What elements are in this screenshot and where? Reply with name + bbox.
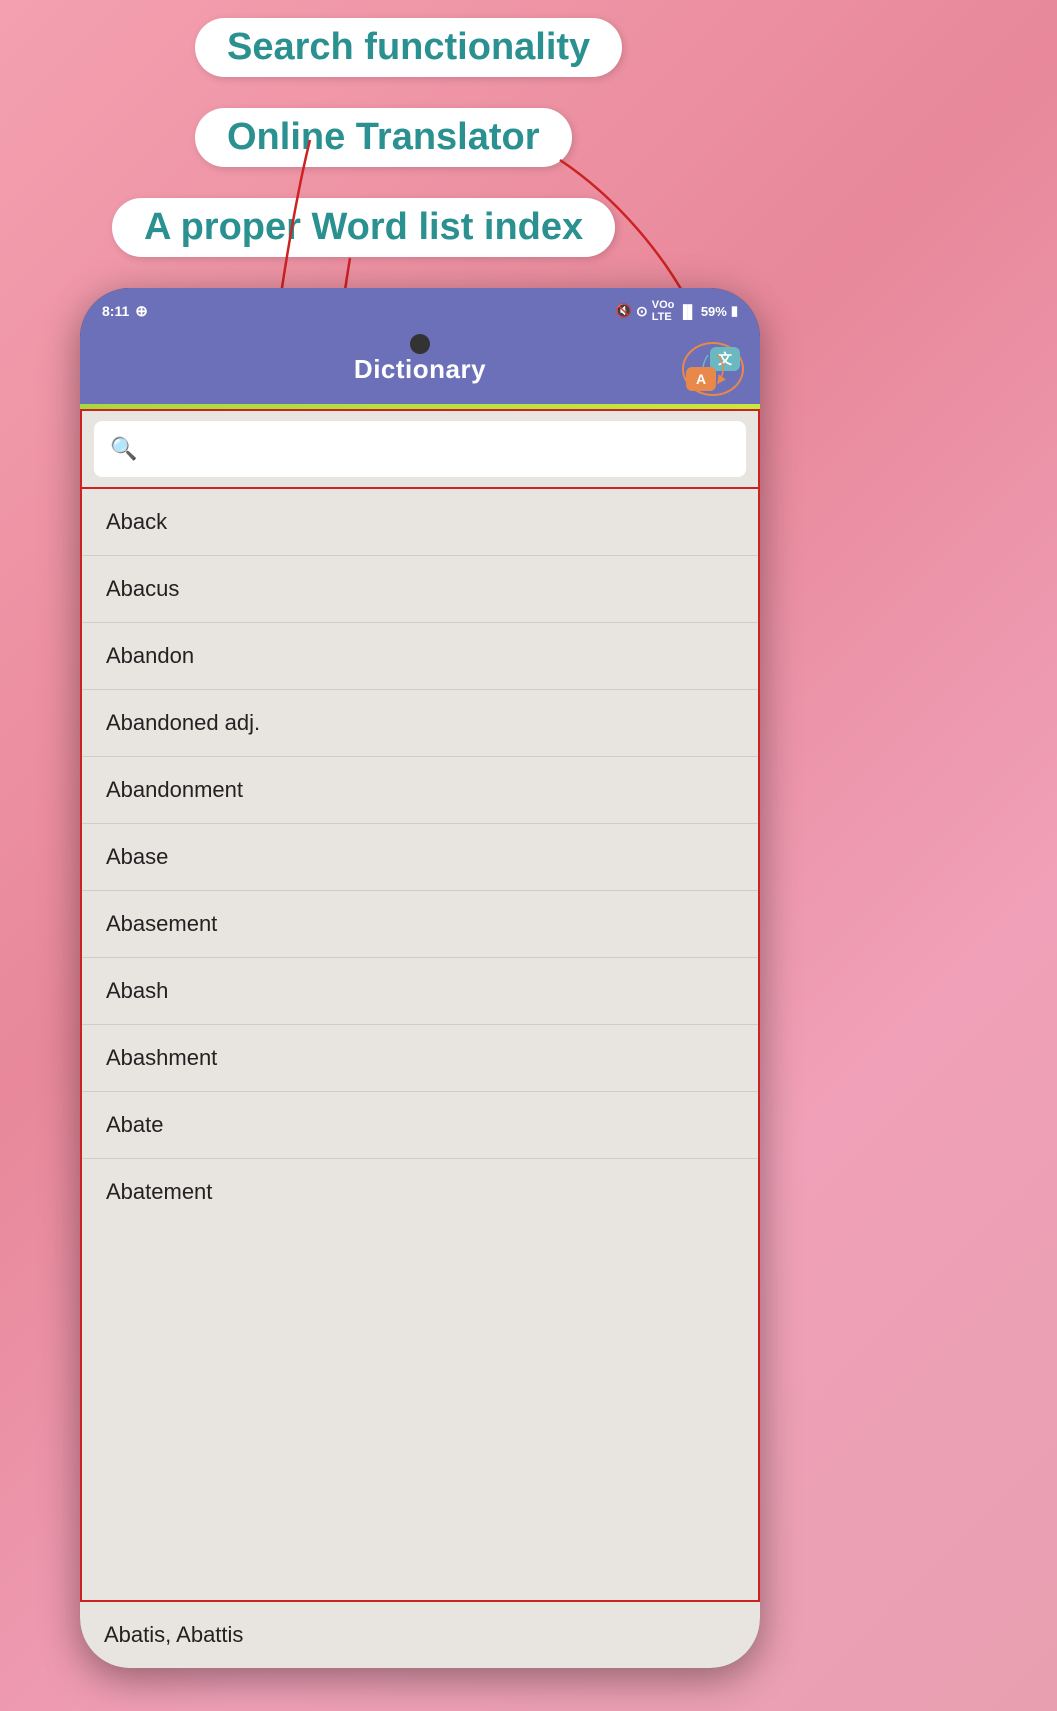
- list-item[interactable]: Abash: [82, 958, 758, 1025]
- camera-notch: [410, 334, 430, 354]
- list-item[interactable]: Abacus: [82, 556, 758, 623]
- search-input-wrapper[interactable]: 🔍: [94, 421, 746, 477]
- whatsapp-icon: ⊕: [135, 302, 148, 320]
- list-item[interactable]: Abandonment: [82, 757, 758, 824]
- list-item[interactable]: Abase: [82, 824, 758, 891]
- word-list-index-label: A proper Word list index: [112, 198, 615, 257]
- status-time: 8:11: [102, 303, 129, 319]
- phone-frame: 8:11 ⊕ 🔇 ⊙ VOoLTE ▐▌ 59% ▮ Dictionary 文: [80, 288, 760, 1668]
- list-item[interactable]: Abandon: [82, 623, 758, 690]
- status-left: 8:11 ⊕: [102, 302, 148, 320]
- app-title: Dictionary: [354, 354, 486, 385]
- list-item-partial[interactable]: Abatis, Abattis: [80, 1602, 760, 1668]
- phone-content: 🔍 Aback Abacus Abandon Abandoned adj. Ab…: [80, 409, 760, 1668]
- status-right: 🔇 ⊙ VOoLTE ▐▌ 59% ▮: [616, 299, 738, 323]
- word-list: Aback Abacus Abandon Abandoned adj. Aban…: [80, 489, 760, 1602]
- translate-button-inner: 文 A: [686, 347, 740, 391]
- battery-percent: 59%: [701, 304, 727, 319]
- wifi-icon: ⊙: [636, 303, 648, 320]
- list-item[interactable]: Abatement: [82, 1159, 758, 1225]
- search-input[interactable]: [149, 439, 730, 460]
- battery-icon: ▮: [731, 303, 738, 319]
- translate-button[interactable]: 文 A: [682, 342, 744, 396]
- list-item[interactable]: Aback: [82, 489, 758, 556]
- list-item[interactable]: Abashment: [82, 1025, 758, 1092]
- online-translator-label: Online Translator: [195, 108, 572, 167]
- search-icon: 🔍: [110, 436, 137, 462]
- status-bar: 8:11 ⊕ 🔇 ⊙ VOoLTE ▐▌ 59% ▮: [80, 288, 760, 334]
- search-functionality-label: Search functionality: [195, 18, 622, 77]
- list-item[interactable]: Abandoned adj.: [82, 690, 758, 757]
- mute-icon: 🔇: [616, 303, 632, 319]
- signal-icon: ▐▌: [678, 304, 696, 319]
- lte-icon: VOoLTE: [652, 299, 675, 323]
- list-item[interactable]: Abate: [82, 1092, 758, 1159]
- list-item[interactable]: Abasement: [82, 891, 758, 958]
- search-area: 🔍: [80, 409, 760, 489]
- translate-en-box: A: [686, 367, 716, 391]
